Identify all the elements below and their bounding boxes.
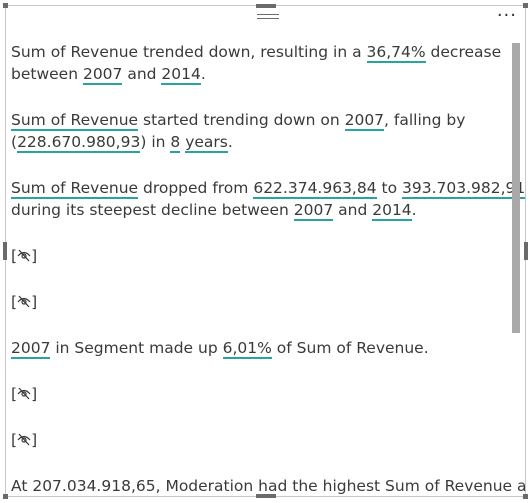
insight-paragraph-segment: 2007 in Segment made up 6,01% of Sum of … <box>11 337 504 359</box>
value-unit[interactable]: years <box>185 133 228 153</box>
resize-handle-left[interactable] <box>3 242 7 260</box>
hidden-value-marker[interactable]: [] <box>11 245 37 267</box>
value-year-end[interactable]: 2014 <box>372 201 412 221</box>
value-count[interactable]: 8 <box>170 133 181 153</box>
narrative-text: Sum of Revenue trended down, resulting i… <box>11 41 525 496</box>
value-year[interactable]: 2007 <box>344 111 385 131</box>
vertical-scrollbar[interactable] <box>512 43 520 333</box>
value-year-end[interactable]: 2014 <box>161 65 201 85</box>
text: , falling by <box>384 111 466 129</box>
hidden-value-marker[interactable]: [] <box>11 291 37 313</box>
resize-handle-right[interactable] <box>524 242 528 260</box>
text: to <box>376 179 403 197</box>
insight-paragraph-trend: Sum of Revenue trended down, resulting i… <box>11 41 504 85</box>
value-amount[interactable]: 228.670.980,93 <box>17 133 141 153</box>
text: ] <box>31 293 38 311</box>
value-measure[interactable]: Sum of Revenue <box>11 179 139 199</box>
eye-slash-icon <box>17 387 31 400</box>
smart-narrative-visual[interactable]: ··· Sum of Revenue trended down, resulti… <box>5 5 526 497</box>
text: and <box>333 201 373 219</box>
resize-handle-bottom-left[interactable] <box>3 494 8 499</box>
text: . <box>227 133 233 151</box>
text: Sum of Revenue trended down, resulting i… <box>11 43 367 61</box>
insight-paragraph-start: Sum of Revenue started trending down on … <box>11 109 504 153</box>
text: between <box>11 65 83 83</box>
value-year-start[interactable]: 2007 <box>82 65 123 85</box>
text: during its steepest decline between <box>11 201 294 219</box>
hidden-value-marker[interactable]: [] <box>11 429 37 451</box>
resize-handle-bottom[interactable] <box>256 494 276 498</box>
text: At 207.034.918,65, Moderation had the hi… <box>11 477 526 495</box>
eye-slash-icon <box>17 433 31 446</box>
value-from[interactable]: 622.374.963,84 <box>253 179 377 199</box>
resize-handle-top-left[interactable] <box>3 3 8 8</box>
text: . <box>411 201 417 219</box>
text: dropped from <box>138 179 254 197</box>
resize-handle-top[interactable] <box>256 4 276 8</box>
text: in Segment made up <box>50 339 223 357</box>
value-measure[interactable]: Sum of Revenue <box>11 111 139 131</box>
more-options-icon[interactable]: ··· <box>497 7 517 25</box>
value-year[interactable]: 2007 <box>11 339 51 359</box>
text: started trending down on <box>138 111 345 129</box>
text: ] <box>31 385 38 403</box>
eye-slash-icon <box>17 249 31 262</box>
text: decrease <box>425 43 502 61</box>
resize-handle-top-right[interactable] <box>523 3 528 8</box>
text: in <box>146 133 171 151</box>
text: of Sum of Revenue. <box>271 339 429 357</box>
hidden-value-marker[interactable]: [] <box>11 383 37 405</box>
text: . <box>200 65 206 83</box>
drag-grip-icon[interactable] <box>257 14 279 22</box>
eye-slash-icon <box>17 295 31 308</box>
text: and <box>122 65 162 83</box>
value-year-start[interactable]: 2007 <box>293 201 334 221</box>
value-percent[interactable]: 36,74% <box>366 43 426 63</box>
insight-paragraph-decline: Sum of Revenue dropped from 622.374.963,… <box>11 177 525 221</box>
value-percent[interactable]: 6,01% <box>222 339 272 359</box>
value-to[interactable]: 393.703.982,91 <box>402 179 525 199</box>
text: ] <box>31 431 38 449</box>
resize-handle-bottom-right[interactable] <box>523 494 528 499</box>
text: ] <box>31 247 38 265</box>
